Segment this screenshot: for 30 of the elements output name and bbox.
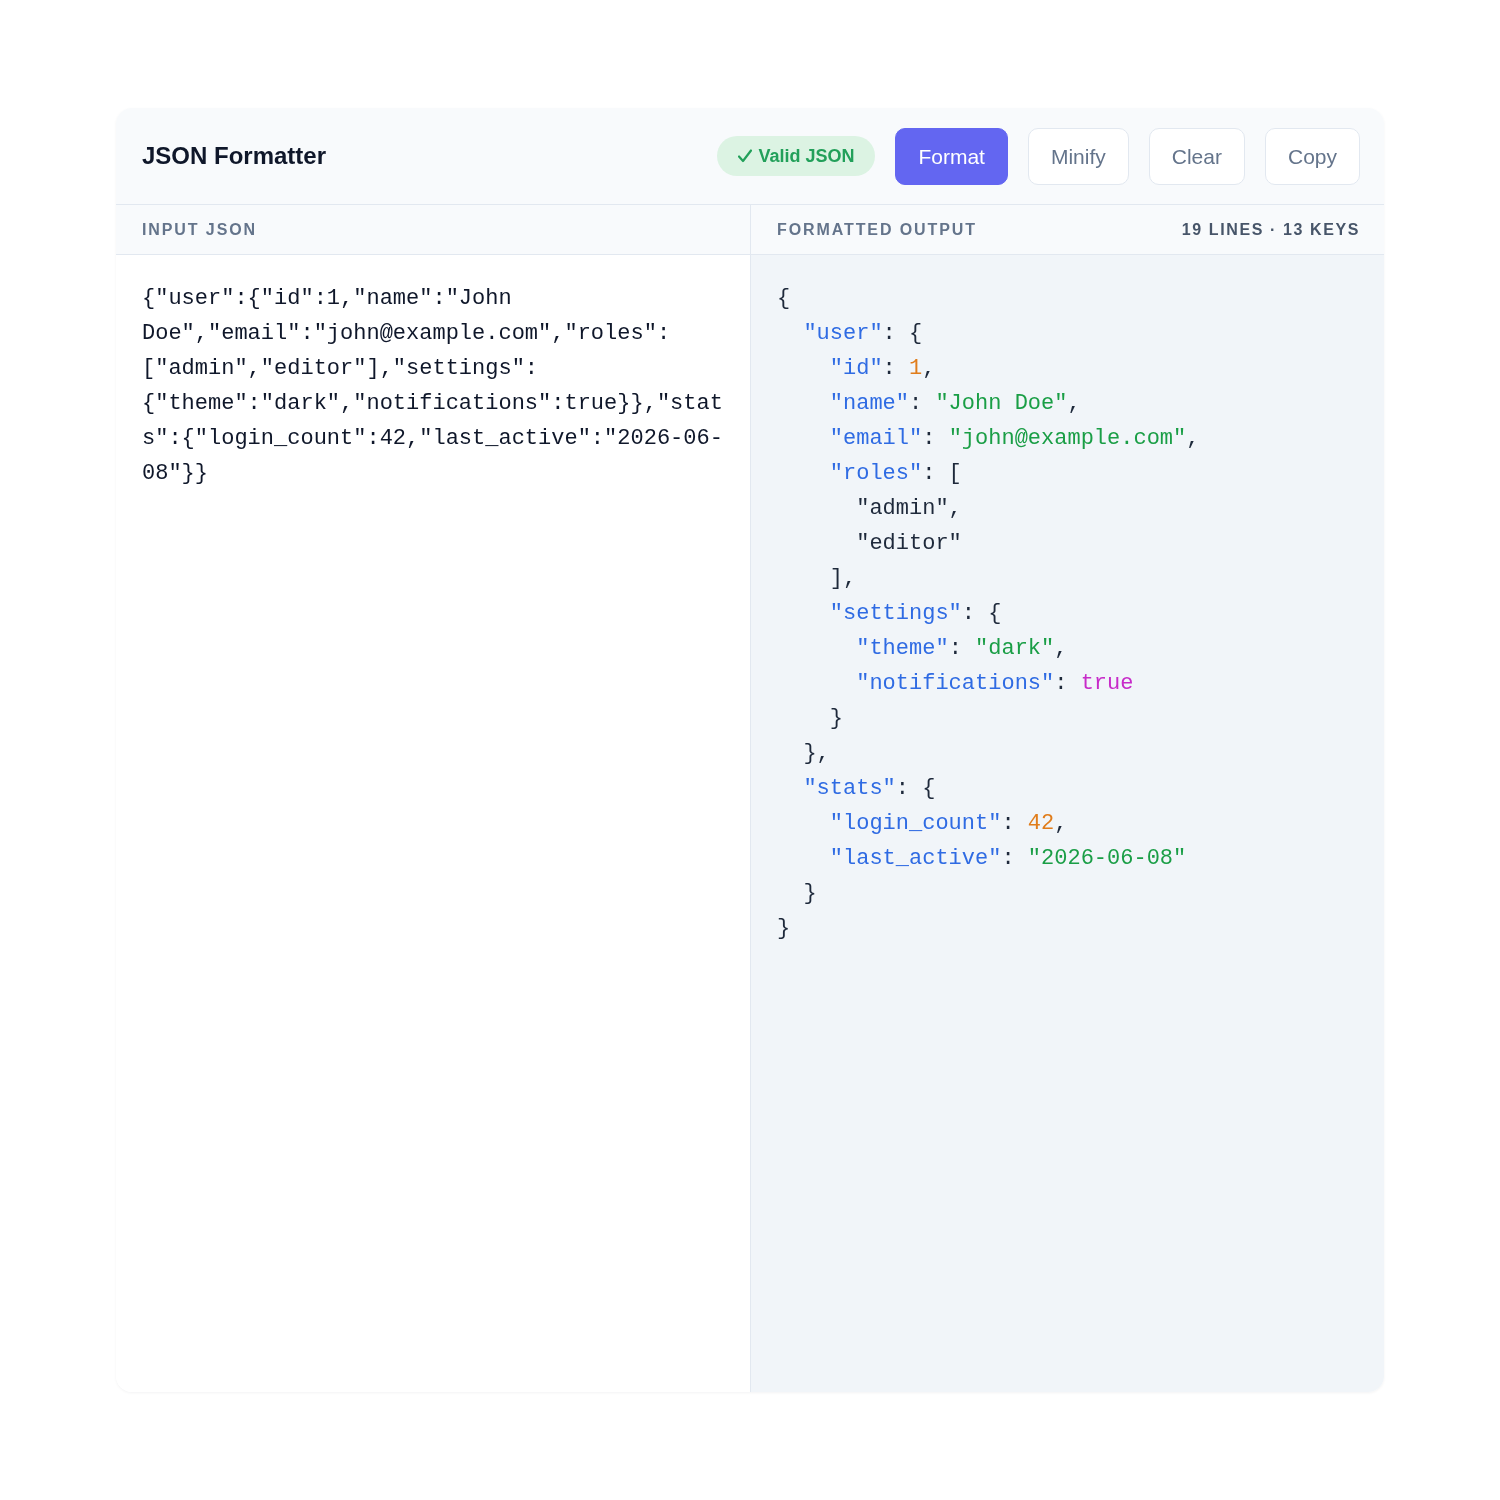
panel-heading: FORMATTED OUTPUT	[777, 219, 977, 240]
code-line: {	[777, 285, 791, 313]
code-line: "stats": {	[803, 775, 936, 803]
code-line: "roles": [	[829, 460, 962, 488]
code-line: "admin",	[856, 495, 962, 523]
panel-heading: INPUT JSON	[142, 219, 257, 240]
code-line: "theme": "dark",	[856, 635, 1068, 663]
format-button[interactable]: Format	[895, 127, 1008, 185]
code-line: "id": 1,	[829, 355, 936, 383]
action-button[interactable]: Copy	[1264, 127, 1360, 185]
code-line: }	[803, 880, 817, 908]
output-summary: 19 LINES · 13 KEYS	[1181, 219, 1360, 240]
code-line: "name": "John Doe",	[829, 390, 1081, 418]
code-line: }	[777, 915, 791, 943]
action-button[interactable]: Clear	[1148, 127, 1245, 185]
check-icon	[738, 149, 753, 163]
code-line: },	[803, 740, 830, 768]
app-title: JSON Formatter	[142, 144, 327, 168]
code-line: ],	[829, 565, 857, 593]
code-line: "notifications": true	[856, 670, 1134, 698]
code-line: "editor"	[856, 530, 962, 558]
code-line: "user": {	[803, 320, 923, 348]
code-line: "settings": {	[829, 600, 1002, 628]
code-line: "login_count": 42,	[829, 810, 1068, 838]
code-line: "email": "john@example.com",	[829, 425, 1200, 453]
code-line: "last_active": "2026-06-08"	[829, 845, 1187, 873]
code-line: }	[829, 705, 843, 733]
validity-status-text: Valid JSON	[758, 147, 855, 165]
action-button[interactable]: Minify	[1027, 127, 1129, 185]
json-input-field[interactable]: {"user":{"id":1,"name":"John Doe","email":"john@example.com","roles":["admin","editor"],"settings":{"theme":"dark","notifications":true}},"stats":{"login_count":42,"last_active":"2026-06-08"}}	[116, 255, 750, 1392]
